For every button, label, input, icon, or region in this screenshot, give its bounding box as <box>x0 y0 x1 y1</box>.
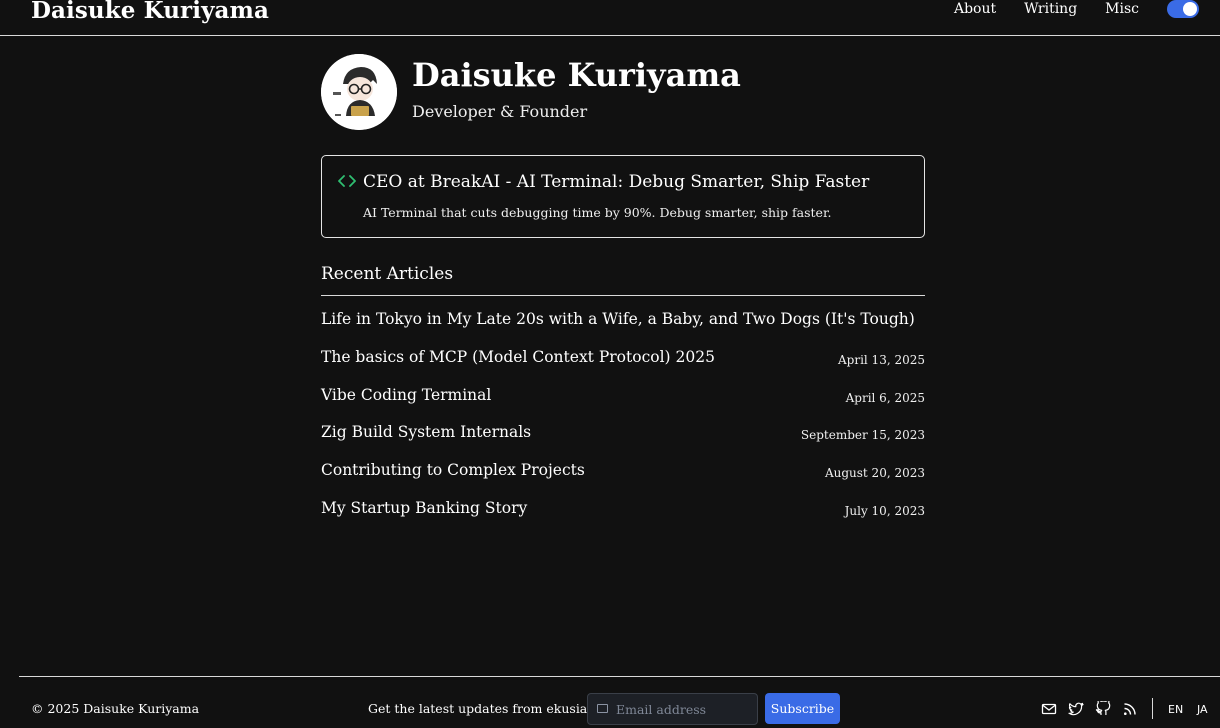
email-field-wrapper <box>587 693 758 725</box>
article-date: April 13, 2025 <box>837 352 925 367</box>
mail-icon <box>597 704 608 713</box>
list-item: Contributing to Complex Projects August … <box>321 459 925 497</box>
subscribe-button[interactable]: Subscribe <box>765 693 840 724</box>
main-nav: About Writing Misc <box>926 0 1199 18</box>
article-link[interactable]: My Startup Banking Story <box>321 499 527 517</box>
footer-divider-vertical <box>1152 698 1153 719</box>
article-link[interactable]: Contributing to Complex Projects <box>321 461 585 479</box>
footer-divider <box>19 676 1220 677</box>
recent-articles-heading: Recent Articles <box>321 264 454 284</box>
list-item: The basics of MCP (Model Context Protoco… <box>321 346 925 384</box>
rss-icon[interactable] <box>1122 701 1138 717</box>
copyright: © 2025 Daisuke Kuriyama <box>31 701 200 716</box>
profile-section: Daisuke Kuriyama Developer & Founder <box>321 54 925 134</box>
article-date: August 20, 2023 <box>824 466 925 481</box>
list-item: Life in Tokyo in My Late 20s with a Wife… <box>321 308 925 346</box>
nav-writing[interactable]: Writing <box>1024 1 1077 17</box>
article-date: April 6, 2025 <box>845 390 925 405</box>
article-link[interactable]: Zig Build System Internals <box>321 423 531 441</box>
code-icon <box>338 175 356 187</box>
github-icon[interactable] <box>1095 701 1111 717</box>
profile-name: Daisuke Kuriyama <box>412 56 741 94</box>
article-link[interactable]: The basics of MCP (Model Context Protoco… <box>321 348 715 366</box>
site-title[interactable]: Daisuke Kuriyama <box>31 0 269 24</box>
featured-title: CEO at BreakAI - AI Terminal: Debug Smar… <box>363 172 870 192</box>
featured-card[interactable]: CEO at BreakAI - AI Terminal: Debug Smar… <box>321 155 925 238</box>
profile-role: Developer & Founder <box>412 102 588 121</box>
article-date: July 10, 2023 <box>844 503 925 518</box>
article-date: September 15, 2023 <box>800 428 925 443</box>
article-link[interactable]: Vibe Coding Terminal <box>321 386 491 404</box>
email-input[interactable] <box>616 694 754 724</box>
avatar-illustration-icon <box>321 54 397 130</box>
article-link[interactable]: Life in Tokyo in My Late 20s with a Wife… <box>321 310 915 328</box>
site-header: Daisuke Kuriyama About Writing Misc <box>0 0 1220 36</box>
twitter-icon[interactable] <box>1068 701 1084 717</box>
list-item: Zig Build System Internals September 15,… <box>321 421 925 459</box>
avatar <box>321 54 397 130</box>
theme-toggle[interactable] <box>1167 0 1199 18</box>
article-list: Life in Tokyo in My Late 20s with a Wife… <box>321 308 925 535</box>
nav-misc[interactable]: Misc <box>1105 1 1139 17</box>
featured-description: AI Terminal that cuts debugging time by … <box>363 205 832 220</box>
lang-en[interactable]: EN <box>1168 703 1183 716</box>
nav-about[interactable]: About <box>954 1 996 17</box>
list-item: Vibe Coding Terminal April 6, 2025 <box>321 384 925 422</box>
lang-ja[interactable]: JA <box>1197 703 1208 716</box>
mail-icon[interactable] <box>1041 701 1057 717</box>
list-item: My Startup Banking Story July 10, 2023 <box>321 497 925 535</box>
social-links <box>1041 701 1149 717</box>
section-divider <box>321 295 925 296</box>
toggle-knob <box>1183 2 1197 16</box>
